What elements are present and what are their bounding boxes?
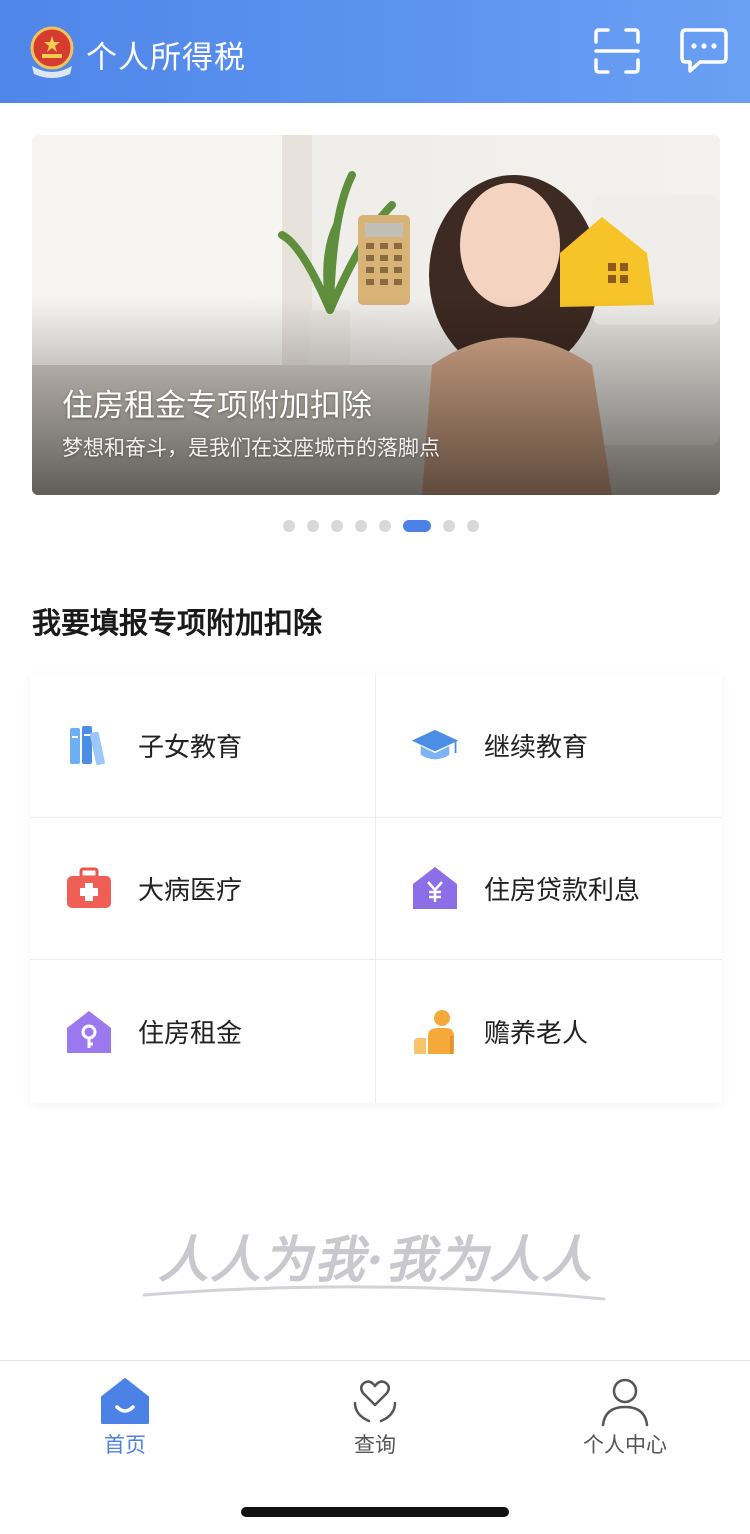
deduction-item-housing-rent[interactable]: 住房租金: [30, 960, 376, 1103]
home-indicator: [241, 1507, 509, 1517]
books-icon: [70, 725, 105, 765]
deduction-label: 继续教育: [484, 733, 589, 764]
carousel-dot[interactable]: [355, 520, 367, 532]
deduction-item-serious-illness[interactable]: 大病医疗: [30, 817, 376, 961]
banner-title: 住房租金专项附加扣除: [62, 388, 372, 424]
deduction-item-children-education[interactable]: 子女教育: [30, 675, 376, 818]
tab-label: 查询: [354, 1433, 396, 1457]
carousel-dot[interactable]: [283, 520, 295, 532]
person-icon: [601, 1378, 649, 1427]
tab-home[interactable]: 首页: [55, 1375, 195, 1459]
carousel-dot[interactable]: [467, 520, 479, 532]
tab-query[interactable]: 查询: [305, 1375, 445, 1459]
tab-label: 个人中心: [583, 1433, 667, 1457]
message-icon[interactable]: [678, 26, 730, 76]
graduation-cap-icon: [411, 729, 459, 760]
banner-subtitle: 梦想和奋斗，是我们在这座城市的落脚点: [62, 436, 440, 460]
svg-text:人人为我·我为人人: 人人为我·我为人人: [158, 1230, 593, 1289]
deduction-label: 住房租金: [138, 1019, 243, 1050]
deduction-label: 子女教育: [138, 733, 243, 764]
app-title: 个人所得税: [86, 40, 246, 76]
deduction-label: 大病医疗: [138, 875, 243, 906]
deduction-item-continuing-education[interactable]: 继续教育: [376, 675, 722, 818]
heart-hands-icon: [353, 1380, 397, 1423]
house-key-icon: [67, 1010, 111, 1053]
slogan-calligraphy: 人人为我·我为人人: [142, 1230, 606, 1301]
deduction-item-elderly-support[interactable]: 赡养老人: [376, 960, 722, 1103]
scan-icon[interactable]: [592, 26, 642, 76]
carousel-indicator: [283, 519, 479, 533]
medical-kit-icon: [67, 867, 111, 909]
carousel-dot[interactable]: [331, 520, 343, 532]
deduction-grid: 子女教育 继续教育 大病医疗 住房贷款利息 住房租金 赡养老人: [30, 675, 722, 1103]
bottom-tab-bar: 首页 查询 个人中心: [0, 1360, 750, 1480]
banner-carousel[interactable]: 住房租金专项附加扣除 梦想和奋斗，是我们在这座城市的落脚点: [32, 135, 720, 495]
carousel-dot[interactable]: [443, 520, 455, 532]
deduction-label: 赡养老人: [484, 1019, 589, 1050]
deduction-label: 住房贷款利息: [484, 875, 641, 906]
elderly-care-icon: [414, 1009, 454, 1054]
deduction-item-housing-loan-interest[interactable]: 住房贷款利息: [376, 817, 722, 961]
home-icon: [101, 1378, 149, 1424]
carousel-dot[interactable]: [379, 520, 391, 532]
house-yuan-icon: [413, 867, 457, 910]
national-emblem-icon: [30, 26, 74, 78]
section-title: 我要填报专项附加扣除: [32, 606, 323, 640]
carousel-dot-active[interactable]: [403, 520, 431, 532]
app-header: 个人所得税: [0, 0, 750, 103]
carousel-dot[interactable]: [307, 520, 319, 532]
tab-profile[interactable]: 个人中心: [555, 1375, 695, 1459]
tab-label: 首页: [104, 1433, 146, 1457]
